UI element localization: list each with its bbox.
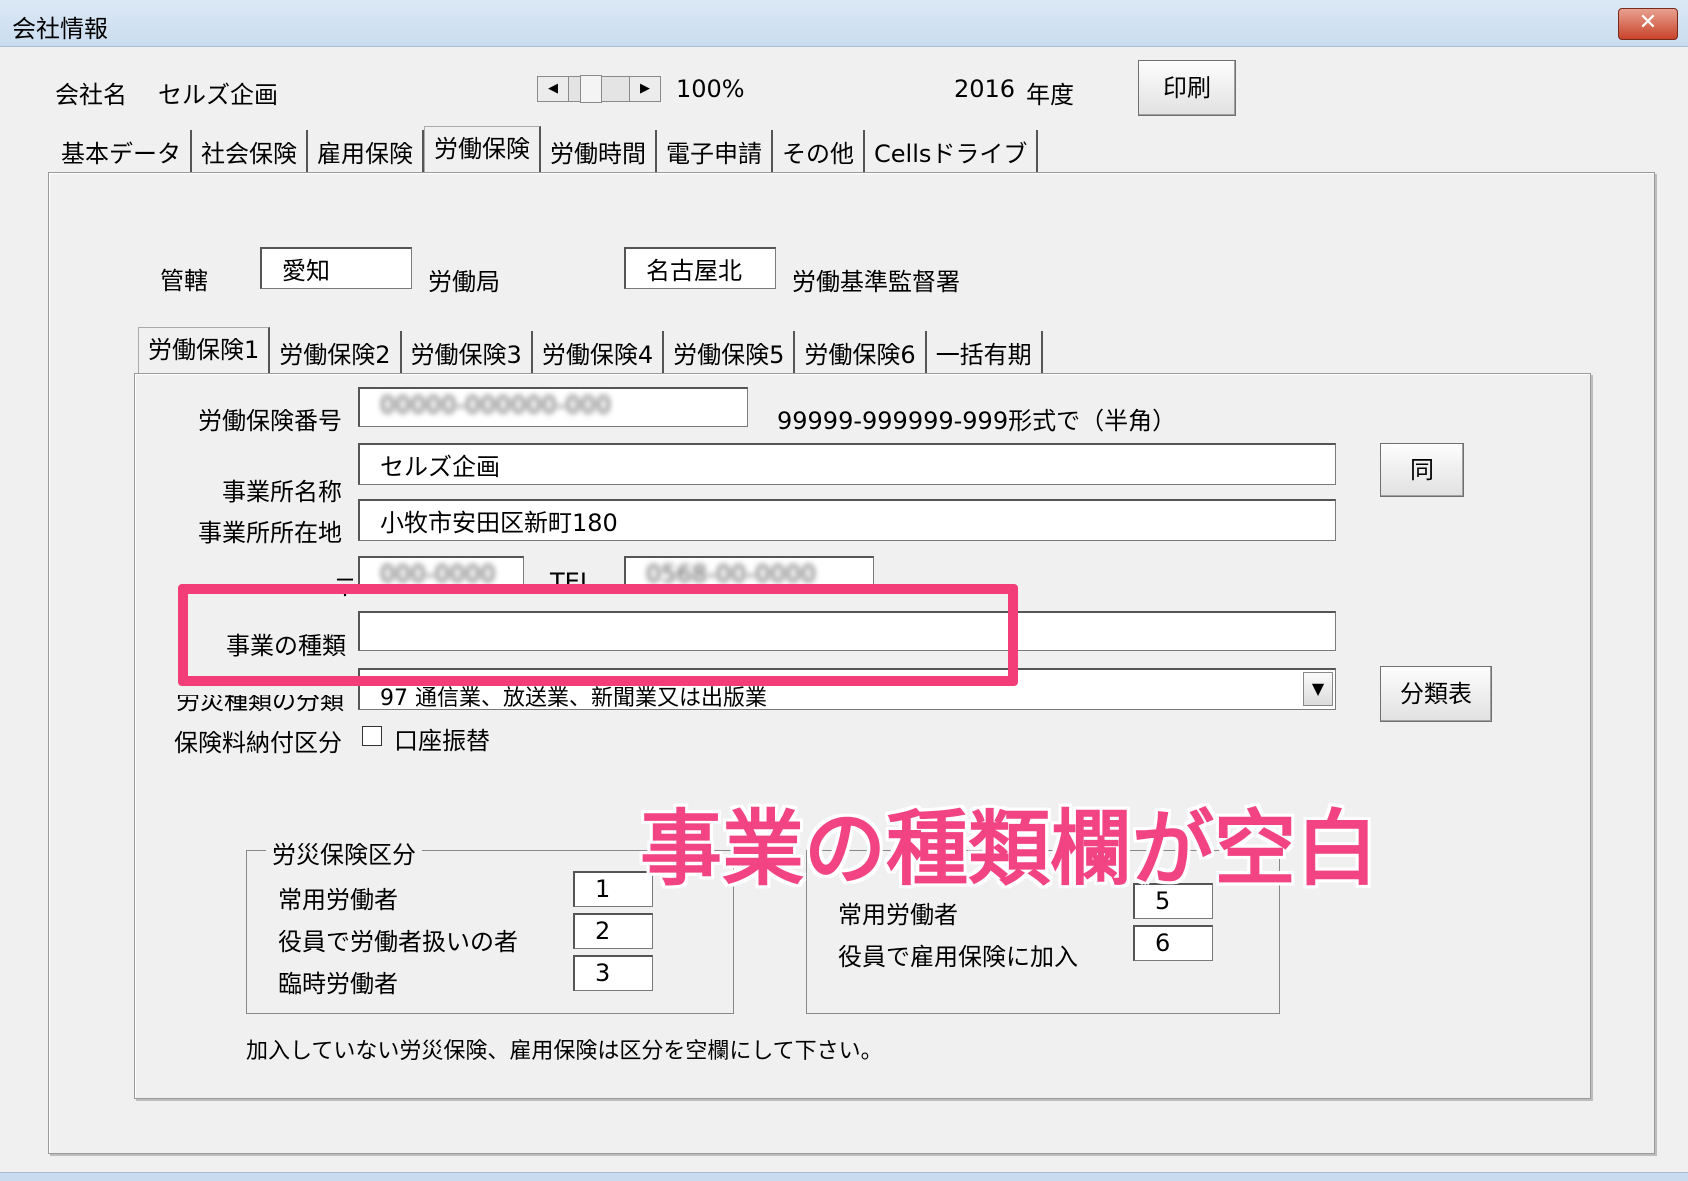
window-title: 会社情報 bbox=[12, 15, 108, 43]
office-name-label: 事業所名称 bbox=[222, 478, 342, 506]
address-field[interactable]: 小牧市安田区新町180 bbox=[358, 499, 1336, 541]
office-label: 労働基準監督署 bbox=[792, 268, 960, 296]
insurance-number-value: 00000-000000-000 bbox=[380, 391, 612, 419]
tab-working-hours[interactable]: 労働時間 bbox=[541, 130, 657, 173]
footer-note: 加入していない労災保険、雇用保険は区分を空欄にして下さい。 bbox=[246, 1039, 883, 1064]
main-tab-strip: 基本データ 社会保険 雇用保険 労働保険 労働時間 電子申請 その他 Cells… bbox=[52, 126, 1039, 174]
rousai-row-value-2[interactable]: 2 bbox=[573, 913, 653, 949]
tab-e-application[interactable]: 電子申請 bbox=[657, 130, 773, 173]
company-label: 会社名 bbox=[55, 81, 127, 109]
insurance-number-field[interactable]: 00000-000000-000 bbox=[358, 387, 748, 427]
accident-class-value: 97 通信業、放送業、新聞業又は出版業 bbox=[380, 686, 767, 710]
close-button[interactable]: ✕ bbox=[1618, 8, 1678, 40]
tab-cells-drive[interactable]: Cellsドライブ bbox=[865, 130, 1039, 173]
subtab-labor-3[interactable]: 労働保険3 bbox=[401, 331, 533, 374]
insurance-number-label: 労働保険番号 bbox=[198, 407, 342, 435]
sub-tab-strip: 労働保険1 労働保険2 労働保険3 労働保険4 労働保険5 労働保険6 一括有期 bbox=[138, 327, 1043, 375]
title-bar: 会社情報 ✕ bbox=[0, 0, 1688, 47]
zoom-scroll-thumb[interactable] bbox=[580, 75, 602, 103]
tab-labor-insurance[interactable]: 労働保険 bbox=[424, 126, 541, 174]
subtab-lump-sum[interactable]: 一括有期 bbox=[926, 331, 1043, 374]
account-transfer-label: 口座振替 bbox=[394, 727, 490, 755]
same-button[interactable]: 同 bbox=[1380, 443, 1464, 497]
tab-other[interactable]: その他 bbox=[773, 130, 865, 173]
payment-category-label: 保険料納付区分 bbox=[174, 729, 342, 757]
office-field[interactable]: 名古屋北 bbox=[624, 247, 776, 289]
zoom-left-arrow-icon[interactable]: ◀ bbox=[537, 76, 569, 102]
zoom-value: 100% bbox=[676, 75, 745, 103]
address-label: 事業所所在地 bbox=[198, 519, 342, 547]
annotation-text: 事業の種類欄が空白 bbox=[640, 802, 1379, 897]
prefecture-field[interactable]: 愛知 bbox=[260, 247, 412, 289]
highlight-box bbox=[178, 584, 1018, 686]
bureau-label: 労働局 bbox=[428, 268, 500, 296]
subtab-labor-6[interactable]: 労働保険6 bbox=[795, 331, 927, 374]
rousai-row-label-3: 臨時労働者 bbox=[278, 970, 398, 998]
koyou-row-value-2[interactable]: 6 bbox=[1133, 925, 1213, 961]
office-name-field[interactable]: セルズ企画 bbox=[358, 443, 1336, 485]
tab-basic-data[interactable]: 基本データ bbox=[52, 130, 192, 173]
tab-employment-insurance[interactable]: 雇用保険 bbox=[308, 130, 424, 173]
print-button[interactable]: 印刷 bbox=[1138, 60, 1236, 116]
subtab-labor-2[interactable]: 労働保険2 bbox=[270, 331, 402, 374]
koyou-row-label-2: 役員で雇用保険に加入 bbox=[838, 943, 1078, 971]
classification-table-button[interactable]: 分類表 bbox=[1380, 666, 1492, 722]
subtab-labor-1[interactable]: 労働保険1 bbox=[138, 327, 271, 375]
company-name: セルズ企画 bbox=[158, 81, 278, 109]
year-value: 2016 bbox=[954, 75, 1016, 103]
jurisdiction-label: 管轄 bbox=[160, 267, 208, 295]
subtab-labor-5[interactable]: 労働保険5 bbox=[664, 331, 796, 374]
rousai-row-value-3[interactable]: 3 bbox=[573, 955, 653, 991]
subtab-labor-4[interactable]: 労働保険4 bbox=[532, 331, 665, 374]
account-transfer-checkbox[interactable] bbox=[362, 726, 382, 746]
rousai-row-label-1: 常用労働者 bbox=[278, 886, 398, 914]
year-label: 年度 bbox=[1026, 81, 1074, 109]
insurance-number-hint: 99999-999999-999形式で（半角） bbox=[777, 407, 1177, 435]
dropdown-arrow-icon[interactable]: ▼ bbox=[1303, 672, 1333, 706]
zoom-right-arrow-icon[interactable]: ▶ bbox=[629, 76, 661, 102]
workers-comp-legend: 労災保険区分 bbox=[266, 835, 422, 870]
tab-social-insurance[interactable]: 社会保険 bbox=[192, 130, 308, 173]
rousai-row-label-2: 役員で労働者扱いの者 bbox=[278, 928, 518, 956]
